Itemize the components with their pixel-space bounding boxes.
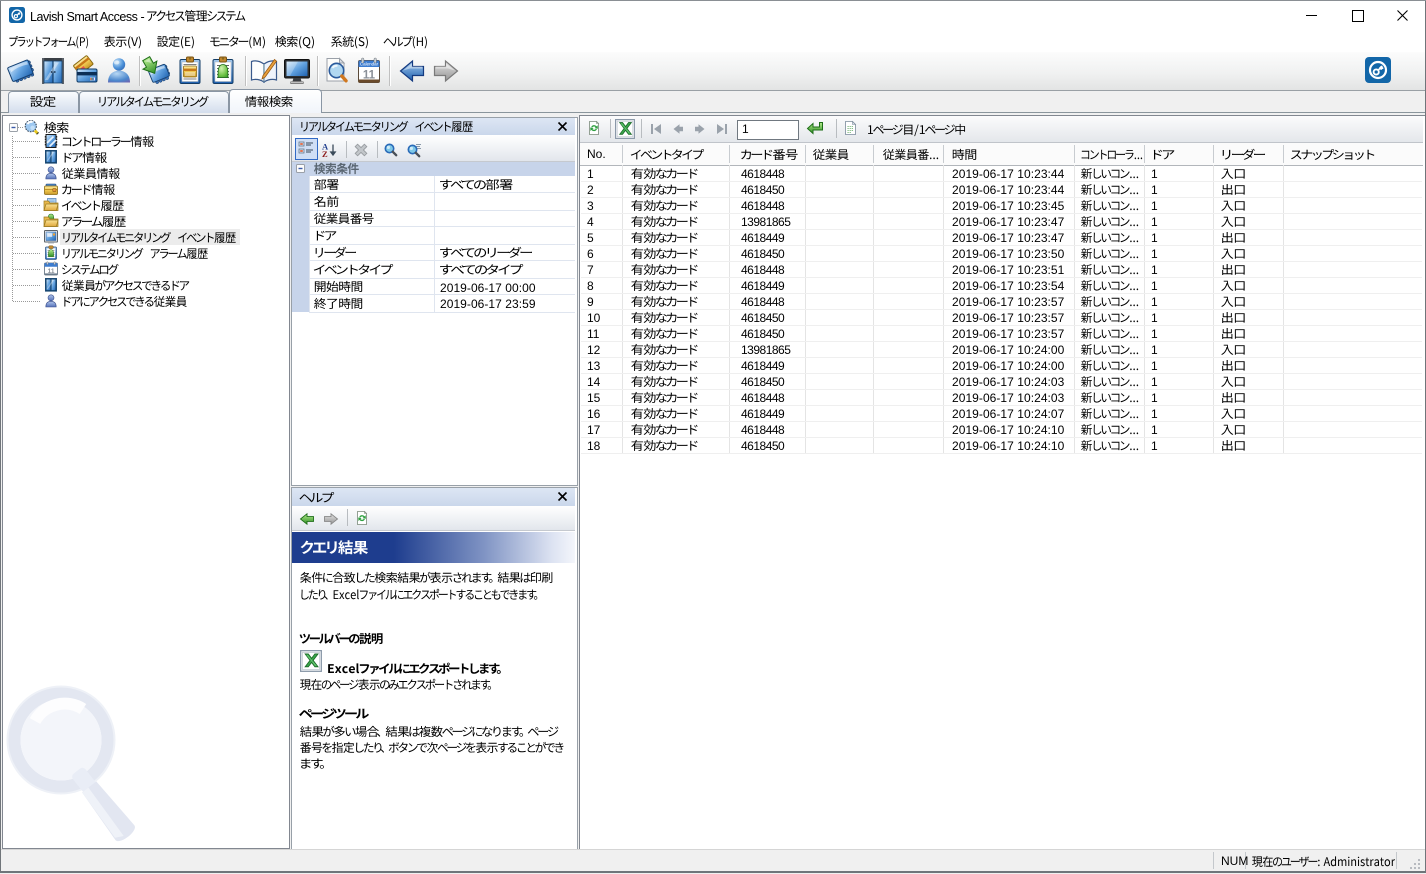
svg-text:Calendar: Calendar: [360, 62, 379, 67]
svg-text:11: 11: [363, 70, 376, 82]
svg-text:Z: Z: [322, 149, 328, 159]
svg-text:11: 11: [48, 268, 55, 275]
